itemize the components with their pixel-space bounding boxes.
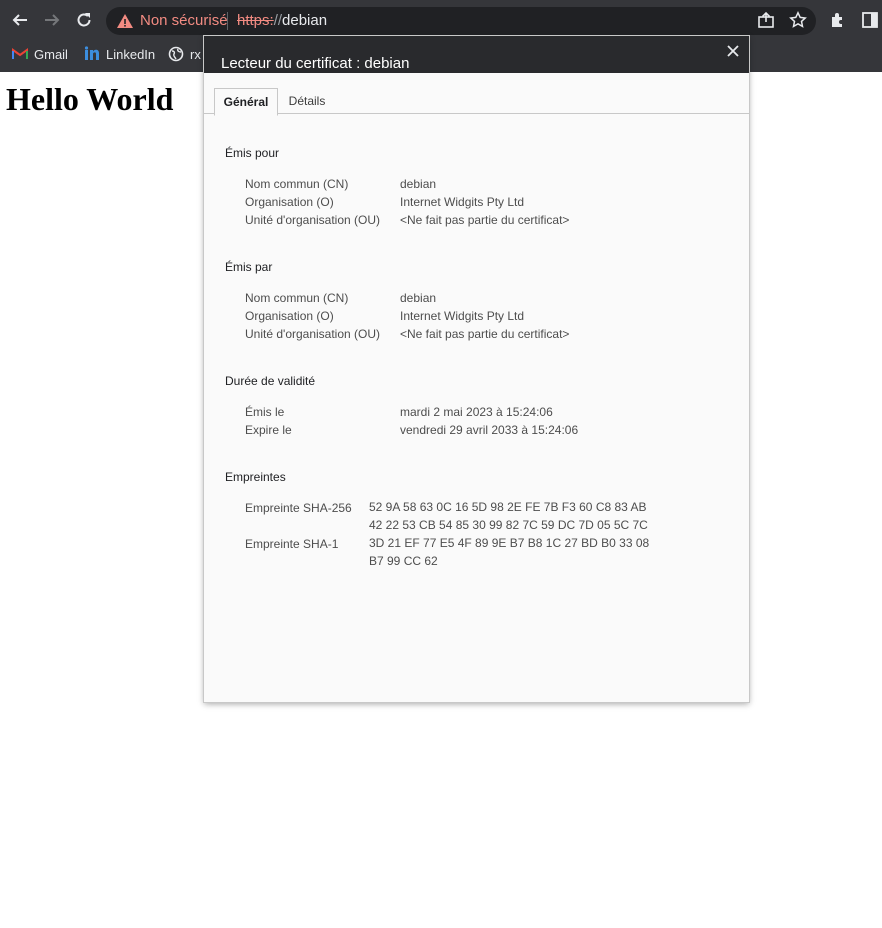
back-button[interactable]: [8, 8, 32, 32]
field-label: Émis le: [245, 405, 285, 419]
gmail-icon: [12, 48, 28, 59]
security-status-label[interactable]: Non sécurisé: [140, 12, 228, 29]
field-value: mardi 2 mai 2023 à 15:24:06: [400, 405, 553, 419]
section-issued-to: Émis pour: [225, 146, 280, 160]
close-icon: [727, 45, 739, 57]
certificate-viewer-dialog: Lecteur du certificat : debian Général D…: [204, 36, 749, 702]
fingerprint-sha1-line2: B7 99 CC 62: [369, 554, 438, 568]
field-value: <Ne fait pas partie du certificat>: [400, 327, 570, 341]
warning-icon[interactable]: [116, 12, 134, 30]
bookmark-linkedin[interactable]: LinkedIn: [84, 45, 155, 63]
arrow-right-icon: [45, 14, 60, 26]
bookmark-rx[interactable]: rx: [168, 45, 201, 63]
field-value: <Ne fait pas partie du certificat>: [400, 213, 570, 227]
tab-general[interactable]: Général: [214, 88, 278, 116]
field-label: Nom commun (CN): [245, 291, 349, 305]
field-value: vendredi 29 avril 2033 à 15:24:06: [400, 423, 579, 437]
field-value: Internet Widgits Pty Ltd: [400, 309, 525, 323]
field-label: Unité d'organisation (OU): [245, 213, 381, 227]
field-value: debian: [400, 291, 437, 305]
field-label: Nom commun (CN): [245, 177, 349, 191]
forward-button[interactable]: [40, 8, 64, 32]
fingerprint-sha256-line2: 42 22 53 CB 54 85 30 99 82 7C 59 DC 7D 0…: [369, 518, 648, 532]
globe-icon: [168, 46, 184, 62]
arrow-left-icon: [12, 14, 27, 26]
url-scheme: https:: [237, 12, 274, 29]
section-fingerprints: Empreintes: [225, 470, 286, 484]
close-button[interactable]: [724, 42, 742, 60]
bookmark-label: rx: [190, 46, 201, 62]
field-label: Unité d'organisation (OU): [245, 327, 381, 341]
bookmark-label: LinkedIn: [106, 46, 156, 62]
dialog-title: Lecteur du certificat : debian: [221, 55, 410, 72]
page-heading: Hello World: [6, 81, 174, 117]
fingerprint-sha1-line1: 3D 21 EF 77 E5 4F 89 9E B7 B8 1C 27 BD B…: [369, 536, 650, 550]
fingerprint-sha256-line1: 52 9A 58 63 0C 16 5D 98 2E FE 7B F3 60 C…: [369, 500, 647, 514]
field-value: debian: [400, 177, 437, 191]
bookmark-label: Gmail: [34, 46, 68, 62]
url-separator: //: [273, 12, 283, 29]
field-value: Internet Widgits Pty Ltd: [400, 195, 525, 209]
reload-icon: [77, 13, 91, 27]
field-label: Empreinte SHA-1: [245, 537, 339, 551]
linkedin-icon: [84, 46, 99, 60]
omnibox-divider: [227, 12, 228, 30]
field-label: Expire le: [245, 423, 292, 437]
section-issued-by: Émis par: [225, 260, 273, 274]
field-label: Organisation (O): [245, 195, 334, 209]
share-icon[interactable]: [756, 10, 776, 30]
star-icon[interactable]: [788, 10, 808, 30]
reload-button[interactable]: [72, 8, 96, 32]
url-host: debian: [282, 12, 328, 29]
side-panel-icon[interactable]: [860, 10, 880, 30]
bookmark-gmail[interactable]: Gmail: [12, 45, 68, 63]
field-label: Organisation (O): [245, 309, 334, 323]
tab-details[interactable]: Détails: [282, 88, 332, 114]
section-validity: Durée de validité: [225, 374, 316, 388]
field-label: Empreinte SHA-256: [245, 501, 352, 515]
extensions-icon[interactable]: [828, 10, 848, 30]
url-text[interactable]: https://debian: [237, 12, 327, 29]
